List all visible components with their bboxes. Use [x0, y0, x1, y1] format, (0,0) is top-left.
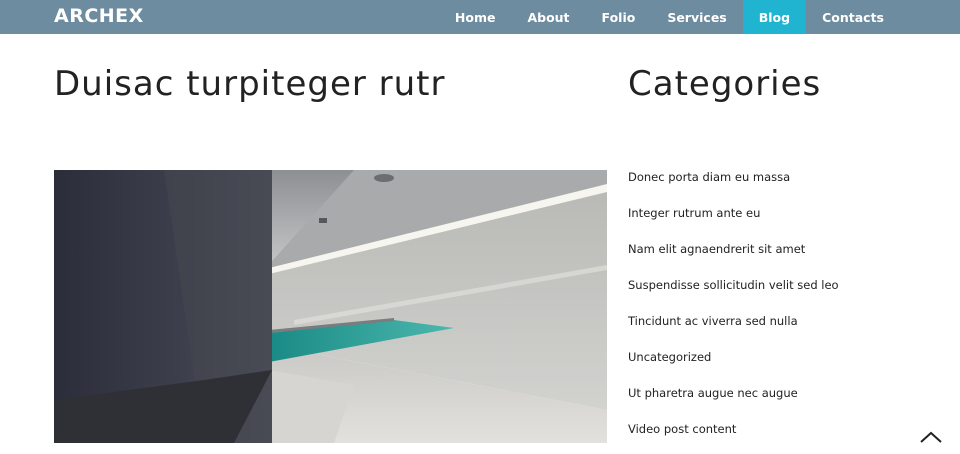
- nav-blog[interactable]: Blog: [742, 0, 807, 34]
- category-link[interactable]: Nam elit agnaendrerit sit amet: [628, 238, 839, 274]
- category-link[interactable]: Video post content: [628, 418, 839, 454]
- nav-services[interactable]: Services: [651, 0, 742, 34]
- post-featured-image: [54, 170, 607, 443]
- nav-about[interactable]: About: [511, 0, 585, 34]
- category-link[interactable]: Tincidunt ac viverra sed nulla: [628, 310, 839, 346]
- site-logo[interactable]: ARCHEX: [54, 0, 144, 34]
- category-link[interactable]: Uncategorized: [628, 346, 839, 382]
- categories-heading: Categories: [628, 64, 822, 104]
- chevron-up-icon[interactable]: [918, 430, 944, 443]
- category-link[interactable]: Integer rutrum ante eu: [628, 202, 839, 238]
- top-navbar: ARCHEX Home About Folio Services Blog Co…: [0, 0, 960, 34]
- category-link[interactable]: Suspendisse sollicitudin velit sed leo: [628, 274, 839, 310]
- categories-list: Donec porta diam eu massa Integer rutrum…: [628, 166, 839, 454]
- category-link[interactable]: Ut pharetra augue nec augue: [628, 382, 839, 418]
- post-title: Duisac turpiteger rutr: [54, 64, 446, 104]
- category-link[interactable]: Donec porta diam eu massa: [628, 166, 839, 202]
- main-nav: Home About Folio Services Blog Contacts: [439, 0, 900, 34]
- nav-contacts[interactable]: Contacts: [806, 0, 900, 34]
- nav-home[interactable]: Home: [439, 0, 512, 34]
- nav-folio[interactable]: Folio: [586, 0, 652, 34]
